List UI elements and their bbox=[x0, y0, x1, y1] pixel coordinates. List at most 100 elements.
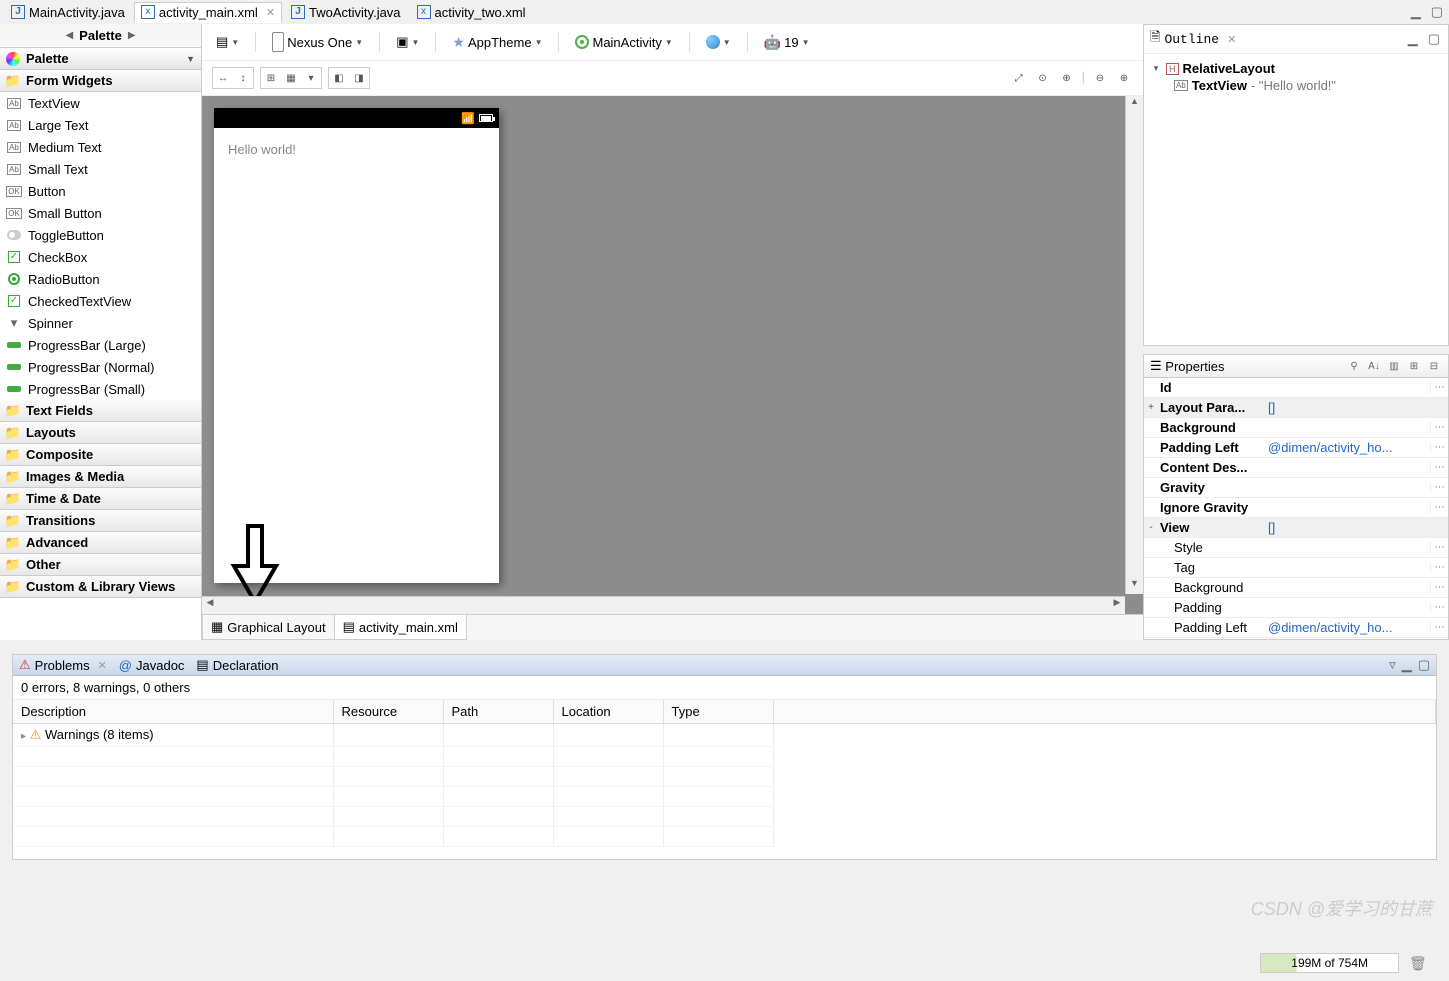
theme-dropdown[interactable]: ★AppTheme▼ bbox=[448, 32, 546, 53]
tab-declaration[interactable]: ▤Declaration bbox=[196, 657, 278, 673]
grid-icon[interactable]: ⊞ bbox=[262, 69, 280, 87]
section-form-widgets[interactable]: 📁 Form Widgets bbox=[0, 70, 201, 92]
more-icon[interactable]: ⋯ bbox=[1430, 422, 1448, 433]
tab-mainactivity[interactable]: JMainActivity.java bbox=[4, 2, 132, 23]
expand-icon[interactable]: ▸ bbox=[21, 731, 26, 742]
palette-item[interactable]: ProgressBar (Large) bbox=[0, 334, 201, 356]
more-icon[interactable]: ⋯ bbox=[1430, 582, 1448, 593]
maximize-icon[interactable]: ▢ bbox=[1418, 657, 1430, 673]
menu-icon[interactable]: ▿ bbox=[1389, 657, 1396, 673]
tab-javadoc[interactable]: @Javadoc bbox=[119, 658, 185, 673]
property-row[interactable]: +Layout Para...[] bbox=[1144, 398, 1448, 418]
column-header[interactable]: Type bbox=[663, 700, 773, 724]
toggle-height-icon[interactable]: ↕ bbox=[234, 69, 252, 87]
palette-item[interactable]: ▾Spinner bbox=[0, 312, 201, 334]
locale-dropdown[interactable]: ▼ bbox=[702, 33, 735, 51]
collapse-icon[interactable]: ▾ bbox=[1150, 63, 1162, 74]
palette-item[interactable]: ProgressBar (Small) bbox=[0, 378, 201, 400]
minimize-icon[interactable]: ▁ bbox=[1409, 4, 1423, 20]
tab-activity-main-xml[interactable]: xactivity_main.xml✕ bbox=[134, 2, 282, 23]
palette-item[interactable]: ✓CheckedTextView bbox=[0, 290, 201, 312]
tab-problems[interactable]: ⚠Problems✕ bbox=[19, 657, 107, 673]
palette-section[interactable]: 📁Layouts bbox=[0, 422, 201, 444]
config-dropdown[interactable]: ▤▼ bbox=[212, 32, 243, 52]
property-row[interactable]: Style⋯ bbox=[1144, 538, 1448, 558]
palette-section[interactable]: 📁Time & Date bbox=[0, 488, 201, 510]
palette-section[interactable]: 📁Transitions bbox=[0, 510, 201, 532]
vertical-scrollbar[interactable]: ▲▼ bbox=[1125, 96, 1143, 594]
horizontal-scrollbar[interactable]: ◀▶ bbox=[202, 596, 1125, 614]
activity-dropdown[interactable]: MainActivity▼ bbox=[571, 33, 676, 52]
property-row[interactable]: Gravity⋯ bbox=[1144, 478, 1448, 498]
more-icon[interactable]: ⋯ bbox=[1430, 442, 1448, 453]
palette-section[interactable]: 📁Other bbox=[0, 554, 201, 576]
outline-relativelayout[interactable]: ▾HRelativeLayout bbox=[1150, 60, 1442, 77]
property-row[interactable]: Content Des...⋯ bbox=[1144, 458, 1448, 478]
property-row[interactable]: Id⋯ bbox=[1144, 378, 1448, 398]
more-icon[interactable]: ⋯ bbox=[1430, 542, 1448, 553]
chevron-down-icon[interactable]: ▼ bbox=[186, 54, 195, 64]
more-icon[interactable]: ⋯ bbox=[1430, 622, 1448, 633]
palette-item[interactable]: OKButton bbox=[0, 180, 201, 202]
property-row[interactable]: Padding Left@dimen/activity_ho...⋯ bbox=[1144, 618, 1448, 638]
tab-xml-source[interactable]: ▤activity_main.xml bbox=[334, 615, 467, 640]
outline-textview[interactable]: AbTextView - "Hello world!" bbox=[1150, 77, 1442, 94]
column-header[interactable]: Resource bbox=[333, 700, 443, 724]
property-row[interactable]: Padding Left@dimen/activity_ho...⋯ bbox=[1144, 438, 1448, 458]
orientation-dropdown[interactable]: ▣▼ bbox=[392, 32, 423, 52]
palette-item[interactable]: RadioButton bbox=[0, 268, 201, 290]
preview-text[interactable]: Hello world! bbox=[214, 128, 499, 171]
property-row[interactable]: -View[] bbox=[1144, 518, 1448, 538]
property-row[interactable]: Ignore Gravity⋯ bbox=[1144, 498, 1448, 518]
property-row[interactable]: Tag⋯ bbox=[1144, 558, 1448, 578]
more-icon[interactable]: ⋯ bbox=[1430, 602, 1448, 613]
api-dropdown[interactable]: 🤖19▼ bbox=[760, 32, 814, 53]
expand-icon[interactable]: ⊞ bbox=[1406, 358, 1422, 374]
tab-twoactivity[interactable]: JTwoActivity.java bbox=[284, 2, 408, 23]
palette-section[interactable]: 📁Custom & Library Views bbox=[0, 576, 201, 598]
more-icon[interactable]: ⋯ bbox=[1430, 502, 1448, 513]
more-icon[interactable]: ⋯ bbox=[1430, 382, 1448, 393]
palette-item[interactable]: AbTextView bbox=[0, 92, 201, 114]
property-row[interactable]: Background⋯ bbox=[1144, 578, 1448, 598]
more-icon[interactable]: ⋯ bbox=[1430, 462, 1448, 473]
zoom-out-icon[interactable]: ⊖ bbox=[1091, 69, 1109, 87]
collapse-icon[interactable]: ⊟ bbox=[1426, 358, 1442, 374]
device-dropdown[interactable]: Nexus One▼ bbox=[268, 30, 367, 54]
palette-section[interactable]: 📁Advanced bbox=[0, 532, 201, 554]
maximize-icon[interactable]: ▢ bbox=[1429, 4, 1445, 20]
palette-root[interactable]: Palette ▼ bbox=[0, 48, 201, 70]
palette-item[interactable]: ProgressBar (Normal) bbox=[0, 356, 201, 378]
palette-item[interactable]: AbSmall Text bbox=[0, 158, 201, 180]
chevron-left-icon[interactable]: ◀ bbox=[65, 30, 73, 41]
minimize-icon[interactable]: ▁ bbox=[1406, 31, 1420, 47]
margins-icon[interactable]: ▦ bbox=[282, 69, 300, 87]
property-row[interactable]: Padding⋯ bbox=[1144, 598, 1448, 618]
align2-icon[interactable]: ◨ bbox=[350, 69, 368, 87]
more-icon[interactable]: ⋯ bbox=[1430, 482, 1448, 493]
maximize-icon[interactable]: ▢ bbox=[1426, 31, 1442, 47]
column-header[interactable]: Location bbox=[553, 700, 663, 724]
palette-item[interactable]: AbMedium Text bbox=[0, 136, 201, 158]
palette-section[interactable]: 📁Composite bbox=[0, 444, 201, 466]
tab-activity-two-xml[interactable]: xactivity_two.xml bbox=[410, 2, 533, 23]
caret-icon[interactable]: ▾ bbox=[302, 69, 320, 87]
column-header[interactable]: Path bbox=[443, 700, 553, 724]
more-icon[interactable]: ⋯ bbox=[1430, 562, 1448, 573]
palette-section[interactable]: 📁Text Fields bbox=[0, 400, 201, 422]
close-icon[interactable]: ✕ bbox=[1223, 33, 1236, 46]
minimize-icon[interactable]: ▁ bbox=[1402, 657, 1412, 673]
filter-icon[interactable]: ⚲ bbox=[1346, 358, 1362, 374]
palette-item[interactable]: ✓CheckBox bbox=[0, 246, 201, 268]
design-canvas[interactable]: 📶 Hello world! ▲▼ ◀▶ bbox=[202, 96, 1143, 614]
property-row[interactable]: Padding Top@dimen/activity_ver...⋯ bbox=[1144, 638, 1448, 639]
palette-item[interactable]: AbLarge Text bbox=[0, 114, 201, 136]
memory-indicator[interactable]: 199M of 754M bbox=[1260, 953, 1399, 973]
zoom-fit-icon[interactable]: ⤢ bbox=[1010, 69, 1028, 87]
close-icon[interactable]: ✕ bbox=[94, 659, 107, 672]
palette-item[interactable]: OKSmall Button bbox=[0, 202, 201, 224]
zoom-in2-icon[interactable]: ⊕ bbox=[1115, 69, 1133, 87]
align-icon[interactable]: ◧ bbox=[330, 69, 348, 87]
sort-icon[interactable]: A↓ bbox=[1366, 358, 1382, 374]
trash-icon[interactable]: 🗑 bbox=[1409, 955, 1425, 971]
